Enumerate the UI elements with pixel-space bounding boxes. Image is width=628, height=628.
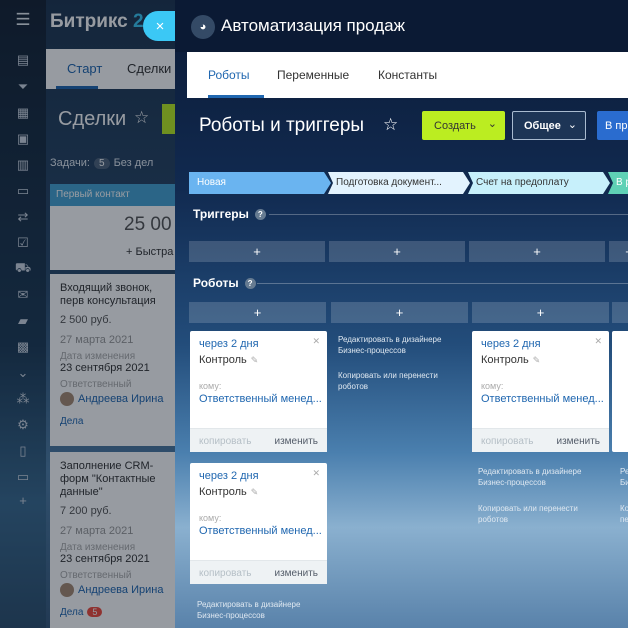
automation-slider: ◕ Автоматизация продаж Роботы Переменные… [175,0,628,628]
robot-to-value[interactable]: Ответственный менед... [199,393,322,405]
help-icon[interactable]: ? [244,278,256,290]
robots-heading: Роботы? [193,276,256,290]
slider-header: ◕ Автоматизация продаж [175,0,628,52]
close-icon[interactable]: ✕ [594,336,602,347]
slider-title: Автоматизация продаж [221,16,405,35]
star-icon[interactable]: ☆ [383,115,398,135]
add-trigger-button[interactable]: + [469,241,605,262]
copy-link[interactable]: копировать [199,568,252,579]
add-robot-button[interactable]: + [189,302,326,323]
robot-delay-link[interactable]: через 2 дня [199,338,259,350]
tab-variables[interactable]: Переменные [277,68,349,82]
designer-link[interactable]: Редактировать в дизайнере Бизнес-процесс… [478,466,608,488]
edit-link[interactable]: изменить [556,436,600,447]
robot-to-label: кому: [199,381,222,391]
tab-constants[interactable]: Константы [378,68,437,82]
robot-card-footer: копировать изменить [190,428,327,452]
robot-card-partial[interactable]: ✕ [612,331,628,452]
stage-new: Новая [189,172,331,194]
stage-invoice: Счет на предоплату [468,172,610,194]
copy-robots-link[interactable]: Копировать или перенести роботов [478,503,608,525]
copy-robots-link[interactable]: Копировать или перенести роботов [338,370,468,392]
robot-to-label: кому: [199,513,222,523]
robot-to-label: кому: [481,381,504,391]
add-trigger-button[interactable]: + [189,241,325,262]
robot-icon: ◕ [191,15,215,39]
robot-name: Контроль ✎ [199,354,259,366]
copy-robots-link-partial[interactable]: Ко пе [620,503,628,525]
help-icon[interactable]: ? [254,209,266,221]
add-trigger-button[interactable]: + [329,241,465,262]
robot-delay-link[interactable]: через 2 дня [199,470,259,482]
robot-card[interactable]: через 2 дня ✕ Контроль ✎ кому: Ответствен… [190,331,327,452]
divider [269,214,628,215]
designer-link[interactable]: Редактировать в дизайнере Бизнес-процесс… [338,334,468,356]
triggers-heading: Триггеры? [193,207,266,221]
add-robot-button[interactable]: + [331,302,468,323]
close-icon[interactable]: ✕ [312,336,320,347]
divider [257,283,628,284]
blue-action-button[interactable]: В пр [597,111,628,140]
robot-delay-link[interactable]: через 2 дня [481,338,541,350]
copy-link[interactable]: копировать [199,436,252,447]
copy-link[interactable]: копировать [481,436,534,447]
tab-underline [208,95,264,98]
robot-name: Контроль ✎ [481,354,541,366]
designer-link-partial[interactable]: Ре Би [620,466,628,488]
add-trigger-button[interactable]: + [609,241,628,262]
pencil-icon[interactable]: ✎ [251,487,259,497]
add-robot-button[interactable]: + [472,302,609,323]
create-button[interactable]: Создать ⌄ [422,111,505,140]
close-icon[interactable]: ✕ [312,468,320,479]
robot-card-footer: копировать изменить [472,428,609,452]
designer-link[interactable]: Редактировать в дизайнере Бизнес-процесс… [197,599,327,621]
robot-card[interactable]: через 2 дня ✕ Контроль ✎ кому: Ответствен… [190,463,327,584]
add-robot-button[interactable]: + [612,302,628,323]
edit-link[interactable]: изменить [274,436,318,447]
pencil-icon[interactable]: ✎ [533,355,541,365]
robot-to-value[interactable]: Ответственный менед... [199,525,322,537]
tab-robots[interactable]: Роботы [208,68,250,82]
stage-docs: Подготовка документ... [328,172,470,194]
slider-tabs: Роботы Переменные Константы [187,52,628,98]
stage-next: В р [608,172,628,194]
close-slider-button[interactable]: × [143,11,177,41]
edit-link[interactable]: изменить [274,568,318,579]
robot-to-value[interactable]: Ответственный менед... [481,393,604,405]
page-title: Роботы и триггеры [199,115,365,136]
general-dropdown[interactable]: Общее ⌄ [512,111,586,140]
chevron-down-icon: ⌄ [487,118,497,130]
robot-card-footer: копировать изменить [190,560,327,584]
chevron-down-icon: ⌄ [567,119,577,131]
robot-card[interactable]: через 2 дня ✕ Контроль ✎ кому: Ответствен… [472,331,609,452]
robot-name: Контроль ✎ [199,486,259,498]
pencil-icon[interactable]: ✎ [251,355,259,365]
